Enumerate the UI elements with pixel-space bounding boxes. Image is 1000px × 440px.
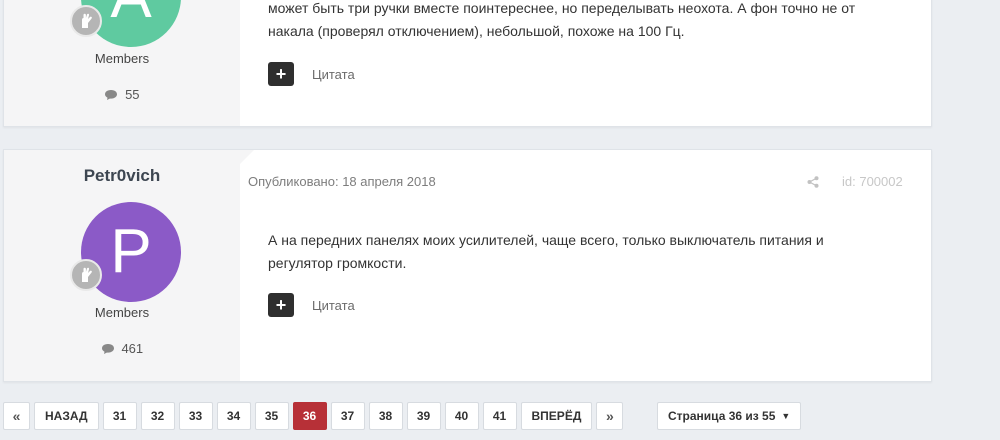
post-content: может быть три ручки вместе поинтереснее… xyxy=(240,0,931,126)
author-panel: A Members 55 xyxy=(4,0,240,126)
caret-down-icon: ▼ xyxy=(781,411,791,421)
post: A Members 55 может быть три ручки вместе… xyxy=(3,0,932,127)
quote-button[interactable]: Цитата xyxy=(312,298,355,313)
current-page-button[interactable]: 36 xyxy=(292,402,327,430)
quote-action[interactable]: + Цитата xyxy=(268,293,355,317)
post-count-value: 461 xyxy=(121,341,144,356)
post-count-value: 55 xyxy=(125,87,140,102)
prev-page-button[interactable]: НАЗАД xyxy=(34,402,99,430)
page-button[interactable]: 31 xyxy=(102,402,137,430)
comment-icon xyxy=(105,90,118,100)
quote-action[interactable]: + Цитата xyxy=(268,62,355,86)
comment-icon xyxy=(101,344,114,354)
first-page-button[interactable]: « xyxy=(3,402,30,430)
post-text-line: накала (проверял отключением), небольшой… xyxy=(268,23,685,39)
next-page-button[interactable]: ВПЕРЁД xyxy=(520,402,593,430)
post-id: id: 700002 xyxy=(842,174,903,189)
page-button[interactable]: 32 xyxy=(140,402,175,430)
page-button[interactable]: 38 xyxy=(368,402,403,430)
post-count: 461 xyxy=(4,341,240,356)
pagination: « НАЗАД 31 32 33 34 35 36 37 38 39 40 41… xyxy=(3,402,624,430)
page-info: Страница 36 из 55 xyxy=(668,409,776,423)
rank-badge-icon xyxy=(70,5,102,37)
plus-icon[interactable]: + xyxy=(268,293,294,317)
post-content: Опубликовано: 18 апреля 2018 id: 700002 … xyxy=(240,150,931,381)
rank-badge-icon xyxy=(70,259,102,291)
member-group: Members xyxy=(94,51,150,66)
page-button[interactable]: 34 xyxy=(216,402,251,430)
post-text-line: может быть три ручки вместе поинтереснее… xyxy=(268,0,856,16)
post: Petr0vich P Members 461 Опубликовано: 18… xyxy=(3,149,932,382)
member-group: Members xyxy=(94,305,150,320)
share-icon[interactable] xyxy=(807,175,819,193)
page-button[interactable]: 35 xyxy=(254,402,289,430)
post-text: может быть три ручки вместе поинтереснее… xyxy=(268,0,908,43)
page-button[interactable]: 41 xyxy=(482,402,517,430)
last-page-button[interactable]: » xyxy=(596,402,624,430)
page-button[interactable]: 40 xyxy=(444,402,479,430)
username[interactable]: Petr0vich xyxy=(4,166,240,186)
post-text-line: регулятор громкости. xyxy=(268,255,407,271)
page-button[interactable]: 37 xyxy=(330,402,365,430)
page-jump-dropdown[interactable]: Страница 36 из 55 ▼ xyxy=(657,402,802,430)
post-text: А на передних панелях моих усилителей, ч… xyxy=(268,229,908,275)
quote-button[interactable]: Цитата xyxy=(312,67,355,82)
post-text-line: А на передних панелях моих усилителей, ч… xyxy=(268,232,824,248)
page-button[interactable]: 39 xyxy=(406,402,441,430)
plus-icon[interactable]: + xyxy=(268,62,294,86)
post-count: 55 xyxy=(4,87,240,102)
published-date[interactable]: Опубликовано: 18 апреля 2018 xyxy=(248,174,436,189)
page-button[interactable]: 33 xyxy=(178,402,213,430)
author-panel: Petr0vich P Members 461 xyxy=(4,150,240,381)
